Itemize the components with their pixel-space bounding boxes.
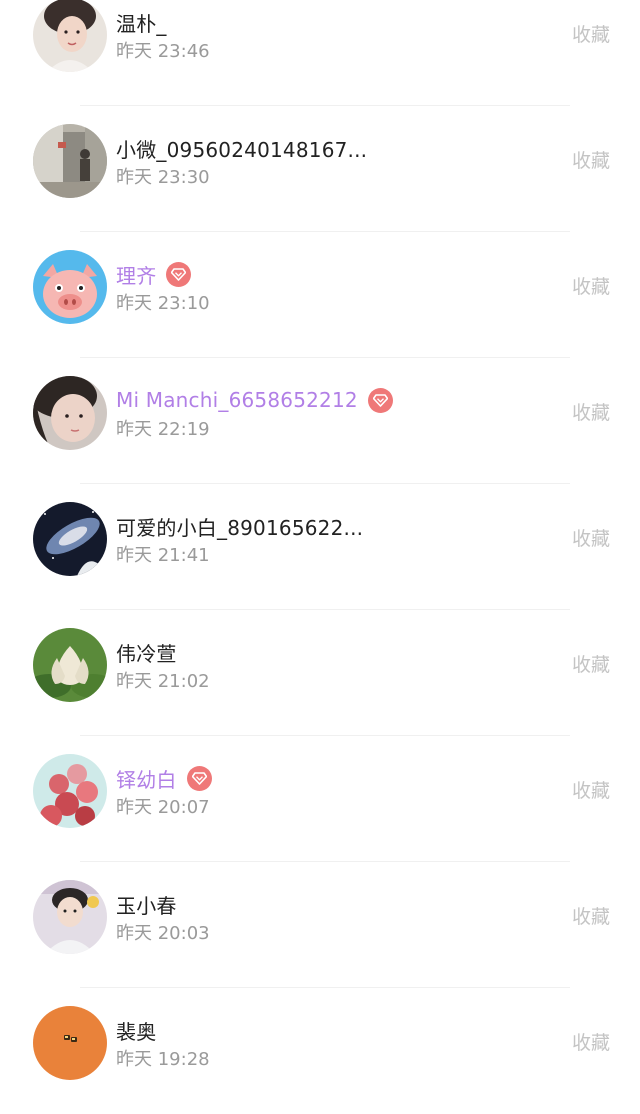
favorite-button[interactable]: 收藏 <box>572 1028 610 1055</box>
favorite-button[interactable]: 收藏 <box>572 20 610 47</box>
visitor-name[interactable]: 可爱的小白_890165622... <box>116 512 363 541</box>
visitor-name[interactable]: 裴奥 <box>116 1016 156 1045</box>
avatar[interactable] <box>33 628 107 702</box>
visit-time: 昨天 19:28 <box>116 1049 210 1070</box>
visitor-row[interactable]: 温朴_ 昨天 23:46 收藏 <box>0 0 640 106</box>
avatar[interactable] <box>33 0 107 72</box>
visitor-name[interactable]: 温朴_ <box>116 8 167 37</box>
visitor-name[interactable]: 理齐 <box>116 260 156 289</box>
pig-cartoon-icon <box>33 250 107 324</box>
favorite-button[interactable]: 收藏 <box>572 146 610 173</box>
visit-time: 昨天 20:07 <box>116 797 210 818</box>
galaxy-icon <box>33 502 107 576</box>
lotus-flower-icon <box>33 628 107 702</box>
avatar[interactable] <box>33 250 107 324</box>
visitor-list: 温朴_ 昨天 23:46 收藏 小微_09560240148167... 昨天 … <box>0 0 640 1114</box>
street-photo-icon <box>33 124 107 198</box>
favorite-button[interactable]: 收藏 <box>572 524 610 551</box>
visit-time: 昨天 20:03 <box>116 923 210 944</box>
visit-time: 昨天 21:02 <box>116 671 210 692</box>
orange-sticker-icon <box>33 1006 107 1080</box>
vip-diamond-icon <box>367 387 393 413</box>
visitor-name[interactable]: Mi Manchi_6658652212 <box>116 388 358 412</box>
balloons-icon <box>33 754 107 828</box>
visitor-row[interactable]: Mi Manchi_6658652212 昨天 22:19 收藏 <box>0 358 640 484</box>
avatar[interactable] <box>33 1006 107 1080</box>
boy-portrait-icon <box>33 880 107 954</box>
avatar[interactable] <box>33 376 107 450</box>
visit-time: 昨天 23:30 <box>116 167 210 188</box>
visit-time: 昨天 23:46 <box>116 41 210 62</box>
avatar[interactable] <box>33 880 107 954</box>
vip-diamond-icon <box>166 261 192 287</box>
visitor-name[interactable]: 玉小春 <box>116 890 177 919</box>
favorite-button[interactable]: 收藏 <box>572 272 610 299</box>
visit-time: 昨天 22:19 <box>116 419 210 440</box>
visitor-row[interactable]: 铎幼白 昨天 20:07 收藏 <box>0 736 640 862</box>
favorite-button[interactable]: 收藏 <box>572 398 610 425</box>
visitor-row[interactable]: 裴奥 昨天 19:28 收藏 <box>0 988 640 1114</box>
avatar[interactable] <box>33 502 107 576</box>
avatar[interactable] <box>33 754 107 828</box>
visitor-name[interactable]: 伟冷萱 <box>116 638 177 667</box>
avatar[interactable] <box>33 124 107 198</box>
visit-time: 昨天 23:10 <box>116 293 210 314</box>
visitor-row[interactable]: 小微_09560240148167... 昨天 23:30 收藏 <box>0 106 640 232</box>
visitor-row[interactable]: 伟冷萱 昨天 21:02 收藏 <box>0 610 640 736</box>
vip-diamond-icon <box>186 765 212 791</box>
visitor-row[interactable]: 可爱的小白_890165622... 昨天 21:41 收藏 <box>0 484 640 610</box>
visitor-name[interactable]: 小微_09560240148167... <box>116 134 367 163</box>
visitor-row[interactable]: 理齐 昨天 23:10 收藏 <box>0 232 640 358</box>
woman-portrait-icon <box>33 0 107 72</box>
favorite-button[interactable]: 收藏 <box>572 902 610 929</box>
favorite-button[interactable]: 收藏 <box>572 776 610 803</box>
visitor-name[interactable]: 铎幼白 <box>116 764 177 793</box>
visitor-row[interactable]: 玉小春 昨天 20:03 收藏 <box>0 862 640 988</box>
girl-face-icon <box>33 376 107 450</box>
visit-time: 昨天 21:41 <box>116 545 210 566</box>
favorite-button[interactable]: 收藏 <box>572 650 610 677</box>
